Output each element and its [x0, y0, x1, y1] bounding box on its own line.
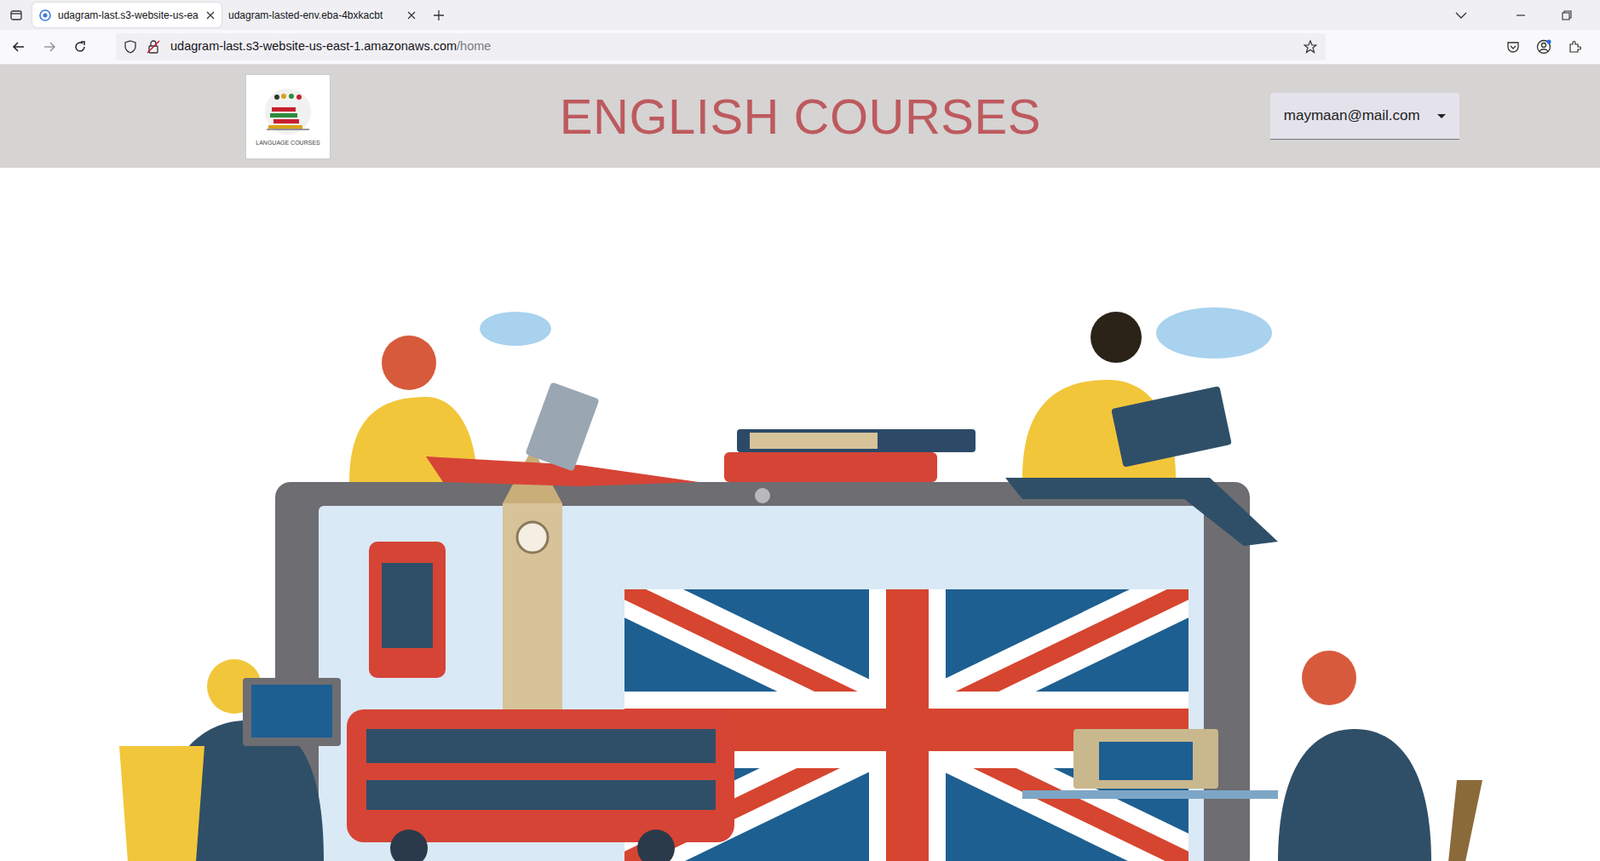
close-icon[interactable] — [407, 11, 416, 20]
tab-label: udagram-lasted-env.eba-4bxkacbt — [228, 7, 401, 24]
page-content — [0, 167, 1600, 861]
new-tab-icon[interactable] — [422, 0, 455, 30]
navigation-bar: udagram-last.s3-website-us-east-1.amazon… — [0, 29, 1600, 65]
back-icon[interactable] — [3, 33, 35, 61]
tab-label: udagram-last.s3-website-us-ea — [57, 7, 200, 24]
tab-strip: udagram-last.s3-website-us-ea udagram-la… — [0, 0, 1600, 30]
shield-icon[interactable] — [124, 40, 137, 54]
tab-menu-icon[interactable] — [1441, 0, 1481, 30]
language-books-icon — [259, 86, 317, 137]
browser-tab[interactable]: udagram-last.s3-website-us-ea — [32, 2, 222, 28]
site-logo[interactable]: LANGUAGE COURSES — [245, 74, 331, 160]
url-path: /home — [456, 39, 491, 53]
site-header: LANGUAGE COURSES ENGLISH COURSES maymaan… — [0, 64, 1600, 168]
account-icon[interactable] — [1528, 33, 1560, 61]
page-title: ENGLISH COURSES — [330, 86, 1271, 147]
restore-icon[interactable] — [1547, 0, 1587, 30]
address-bar[interactable]: udagram-last.s3-website-us-east-1.amazon… — [115, 33, 1326, 61]
user-email: maymaan@mail.com — [1283, 104, 1421, 127]
online-english-illustration — [102, 303, 1521, 861]
url-host: udagram-last.s3-website-us-east-1.amazon… — [170, 39, 457, 53]
globe-icon — [39, 9, 52, 22]
forward-icon[interactable] — [34, 33, 65, 61]
extensions-icon[interactable] — [1559, 33, 1590, 61]
logo-caption: LANGUAGE COURSES — [255, 139, 320, 146]
tab-list-icon[interactable] — [0, 0, 33, 30]
reload-icon[interactable] — [64, 33, 96, 61]
url-text: udagram-last.s3-website-us-east-1.amazon… — [170, 37, 491, 57]
bookmark-star-icon[interactable] — [1303, 40, 1318, 54]
user-menu-button[interactable]: maymaan@mail.com — [1270, 92, 1460, 140]
minimize-icon[interactable] — [1501, 0, 1541, 30]
pocket-icon[interactable] — [1497, 33, 1529, 61]
browser-tab[interactable]: udagram-lasted-env.eba-4bxkacbt — [221, 2, 423, 28]
insecure-lock-icon[interactable] — [146, 40, 161, 54]
close-icon[interactable] — [206, 11, 215, 20]
